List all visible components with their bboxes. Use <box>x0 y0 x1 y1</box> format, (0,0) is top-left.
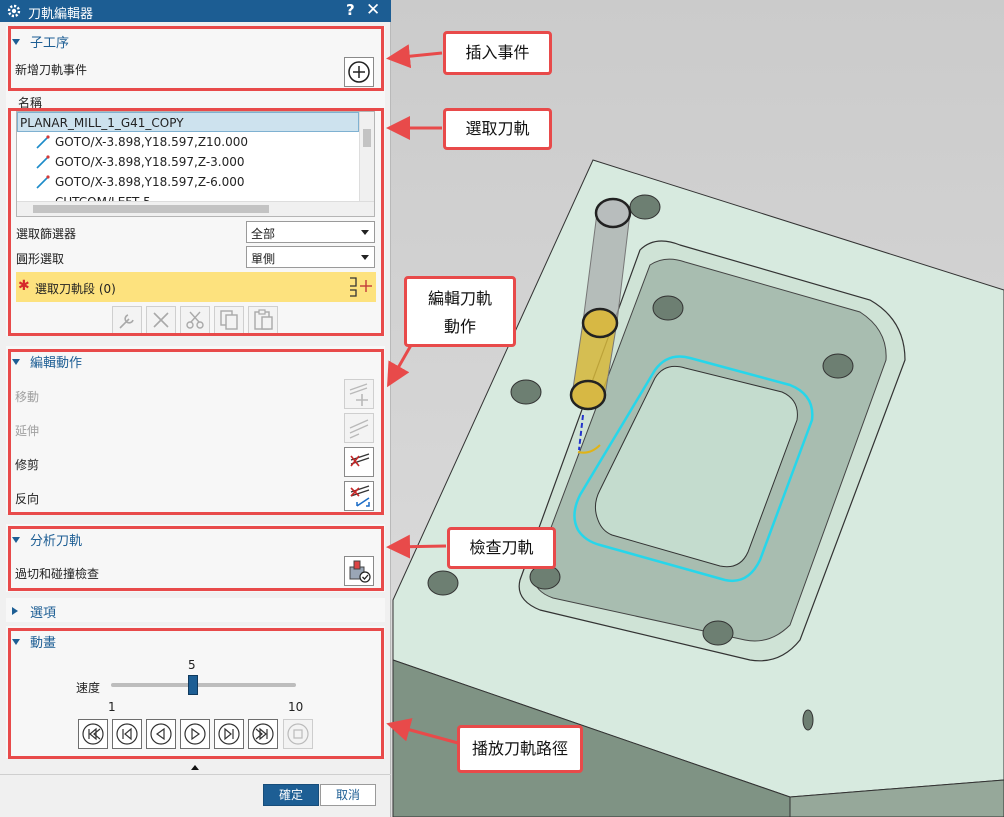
select-toolpath-callout: 選取刀軌 <box>443 108 552 150</box>
edit-motion-callout: 編輯刀軌 動作 <box>404 276 516 347</box>
edit-motion-callout-line2: 動作 <box>443 317 476 336</box>
edit-motion-callout-line1: 編輯刀軌 <box>427 289 492 308</box>
play-path-callout: 播放刀軌路徑 <box>457 725 583 773</box>
check-toolpath-callout: 檢查刀軌 <box>447 527 556 569</box>
insert-event-callout: 插入事件 <box>443 31 552 75</box>
